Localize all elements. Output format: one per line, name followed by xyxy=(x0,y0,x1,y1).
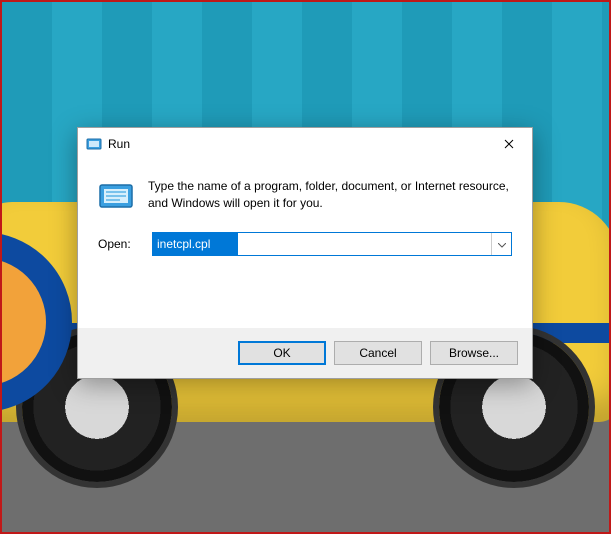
dropdown-button[interactable] xyxy=(491,233,511,255)
dialog-description: Type the name of a program, folder, docu… xyxy=(148,178,512,214)
button-row: OK Cancel Browse... xyxy=(78,328,532,378)
close-icon xyxy=(504,137,514,151)
ok-button[interactable]: OK xyxy=(238,341,326,365)
browse-label: Browse... xyxy=(449,346,499,360)
browse-button[interactable]: Browse... xyxy=(430,341,518,365)
open-input[interactable] xyxy=(153,233,238,255)
open-label: Open: xyxy=(98,237,140,251)
open-combobox[interactable] xyxy=(152,232,512,256)
content-area: Type the name of a program, folder, docu… xyxy=(78,160,532,220)
titlebar[interactable]: Run xyxy=(78,128,532,160)
run-dialog: Run Type the name of a program, folder, … xyxy=(77,127,533,379)
chevron-down-icon xyxy=(498,237,506,251)
close-button[interactable] xyxy=(486,128,532,160)
run-icon xyxy=(86,136,102,152)
cancel-button[interactable]: Cancel xyxy=(334,341,422,365)
input-row: Open: xyxy=(78,220,532,264)
dialog-title: Run xyxy=(108,137,486,151)
run-icon xyxy=(98,178,134,214)
